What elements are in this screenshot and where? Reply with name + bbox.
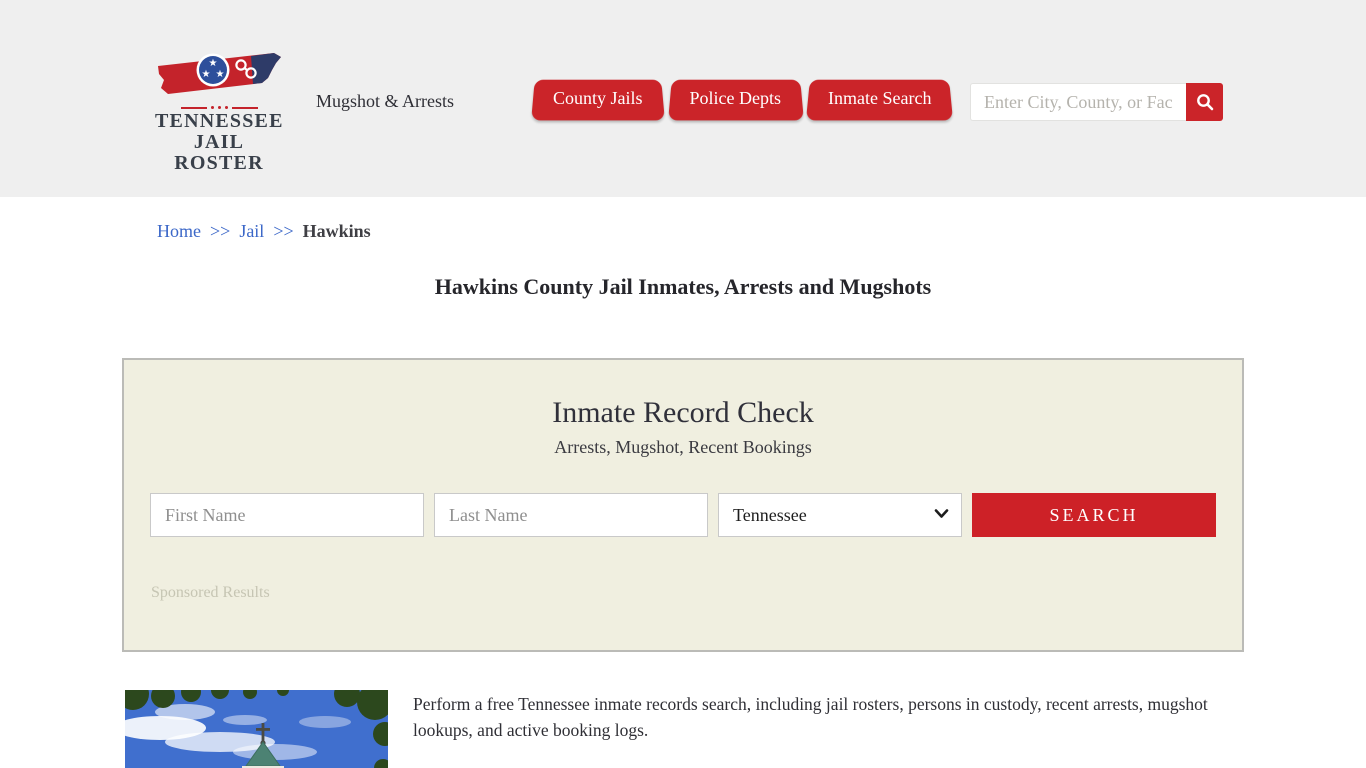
state-select[interactable]: Tennessee: [718, 493, 962, 537]
search-button[interactable]: SEARCH: [972, 493, 1216, 537]
inmate-record-check-panel: Inmate Record Check Arrests, Mugshot, Re…: [122, 358, 1244, 652]
record-check-form: Tennessee SEARCH: [150, 493, 1216, 537]
header-search-input[interactable]: [970, 83, 1186, 121]
nav-inmate-search[interactable]: Inmate Search: [808, 79, 951, 120]
search-icon: [1196, 94, 1213, 111]
breadcrumb-separator: >>: [273, 221, 294, 241]
page-title: Hawkins County Jail Inmates, Arrests and…: [434, 274, 932, 299]
state-select-wrap: Tennessee: [718, 493, 962, 537]
breadcrumb-jail-link[interactable]: Jail: [239, 221, 264, 241]
site-logo[interactable]: ★ ★ ★ TENNESSEE JAIL ROSTER: [155, 50, 283, 174]
intro-paragraph-1: Perform a free Tennessee inmate records …: [413, 694, 1208, 740]
panel-title: Inmate Record Check: [552, 396, 814, 429]
site-header: ★ ★ ★ TENNESSEE JAIL ROSTER Mugshot & Ar…: [0, 0, 1366, 197]
first-name-field[interactable]: [150, 493, 424, 537]
intro-paragraph-2: The Hawkins County Jail is a minimum to …: [413, 763, 1246, 768]
logo-divider: [155, 106, 283, 109]
sponsored-results-label: Sponsored Results: [151, 584, 270, 601]
breadcrumb-home-link[interactable]: Home: [157, 221, 201, 241]
main-nav: County Jails Police Depts Inmate Search: [533, 79, 951, 120]
tennessee-state-logo-icon: ★ ★ ★: [158, 53, 281, 94]
logo-text-line2: JAIL ROSTER: [174, 131, 264, 174]
header-search: [970, 83, 1223, 121]
svg-text:★: ★: [209, 58, 218, 69]
jail-photo: [125, 690, 388, 768]
header-search-button[interactable]: [1186, 83, 1223, 121]
intro-text: Perform a free Tennessee inmate records …: [413, 692, 1246, 768]
page: ★ ★ ★ TENNESSEE JAIL ROSTER Mugshot & Ar…: [0, 0, 1366, 768]
panel-subtitle: Arrests, Mugshot, Recent Bookings: [554, 437, 812, 457]
breadcrumb-current: Hawkins: [302, 221, 371, 241]
breadcrumb: Home >> Jail >> Hawkins: [157, 221, 371, 242]
svg-text:★: ★: [202, 69, 211, 80]
site-tagline: Mugshot & Arrests: [316, 91, 455, 111]
svg-text:★: ★: [216, 69, 225, 80]
nav-county-jails[interactable]: County Jails: [533, 79, 663, 120]
last-name-field[interactable]: [434, 493, 708, 537]
logo-text-line1: TENNESSEE: [155, 110, 284, 132]
nav-police-depts[interactable]: Police Depts: [670, 79, 802, 120]
breadcrumb-separator: >>: [210, 221, 231, 241]
